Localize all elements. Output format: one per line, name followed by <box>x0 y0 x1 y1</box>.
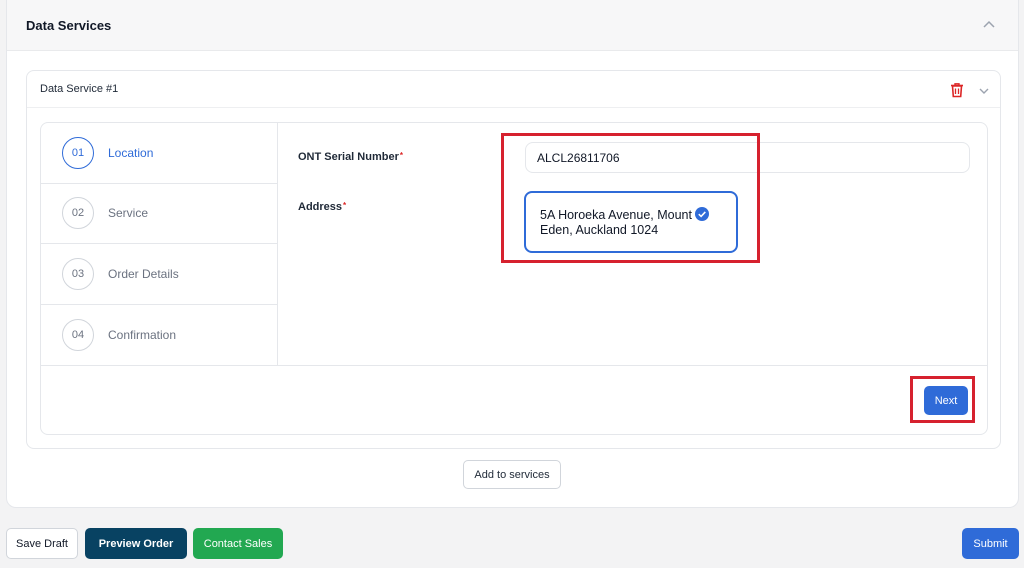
ont-serial-label-text: ONT Serial Number <box>298 151 399 163</box>
step-confirmation[interactable]: 04 Confirmation <box>41 305 277 366</box>
step-service[interactable]: 02 Service <box>41 184 277 244</box>
required-marker: * <box>343 201 347 210</box>
data-services-panel: Data Services Data Service #1 01 Locatio… <box>6 0 1019 508</box>
step-number: 03 <box>62 257 94 290</box>
data-service-card: Data Service #1 01 Location 02 Service 0… <box>26 70 1001 449</box>
address-label-text: Address <box>298 201 343 213</box>
step-label: Order Details <box>108 266 179 281</box>
add-to-services-button[interactable]: Add to services <box>463 460 561 489</box>
stepper: 01 Location 02 Service 03 Order Details … <box>40 122 988 435</box>
stepper-footer: Next <box>41 365 987 434</box>
step-number: 04 <box>62 318 94 351</box>
ont-serial-input[interactable]: ALCL26811706 <box>525 142 970 173</box>
service-card-header[interactable]: Data Service #1 <box>27 71 1000 108</box>
preview-order-button[interactable]: Preview Order <box>85 528 187 559</box>
step-order-details[interactable]: 03 Order Details <box>41 244 277 305</box>
required-marker: * <box>399 151 403 160</box>
service-card-title: Data Service #1 <box>40 83 119 95</box>
next-button[interactable]: Next <box>924 386 968 415</box>
submit-button[interactable]: Submit <box>962 528 1019 559</box>
step-label: Confirmation <box>108 327 177 342</box>
ont-serial-value: ALCL26811706 <box>537 150 620 165</box>
step-number: 02 <box>62 197 94 230</box>
address-label: Address* <box>298 201 346 213</box>
trash-icon[interactable] <box>950 82 964 98</box>
save-draft-button[interactable]: Save Draft <box>6 528 78 559</box>
ont-serial-label: ONT Serial Number* <box>298 151 403 163</box>
step-location[interactable]: 01 Location <box>41 123 277 184</box>
panel-header[interactable]: Data Services <box>7 0 1018 51</box>
panel-title: Data Services <box>26 17 112 33</box>
address-line-1: 5A Horoeka Avenue, Mount <box>540 208 692 222</box>
step-label: Location <box>108 145 154 160</box>
address-line-2: Eden, Auckland 1024 <box>540 223 659 237</box>
contact-sales-button[interactable]: Contact Sales <box>193 528 283 559</box>
chevron-up-icon[interactable] <box>982 17 996 31</box>
chevron-down-icon[interactable] <box>978 84 990 96</box>
step-number: 01 <box>62 136 94 169</box>
check-circle-icon <box>694 207 709 221</box>
address-field[interactable]: 5A Horoeka Avenue, Mount Eden, Auckland … <box>524 191 738 253</box>
step-list: 01 Location 02 Service 03 Order Details … <box>41 123 278 365</box>
location-form: ONT Serial Number* ALCL26811706 Address*… <box>278 123 987 365</box>
step-label: Service <box>108 206 149 221</box>
